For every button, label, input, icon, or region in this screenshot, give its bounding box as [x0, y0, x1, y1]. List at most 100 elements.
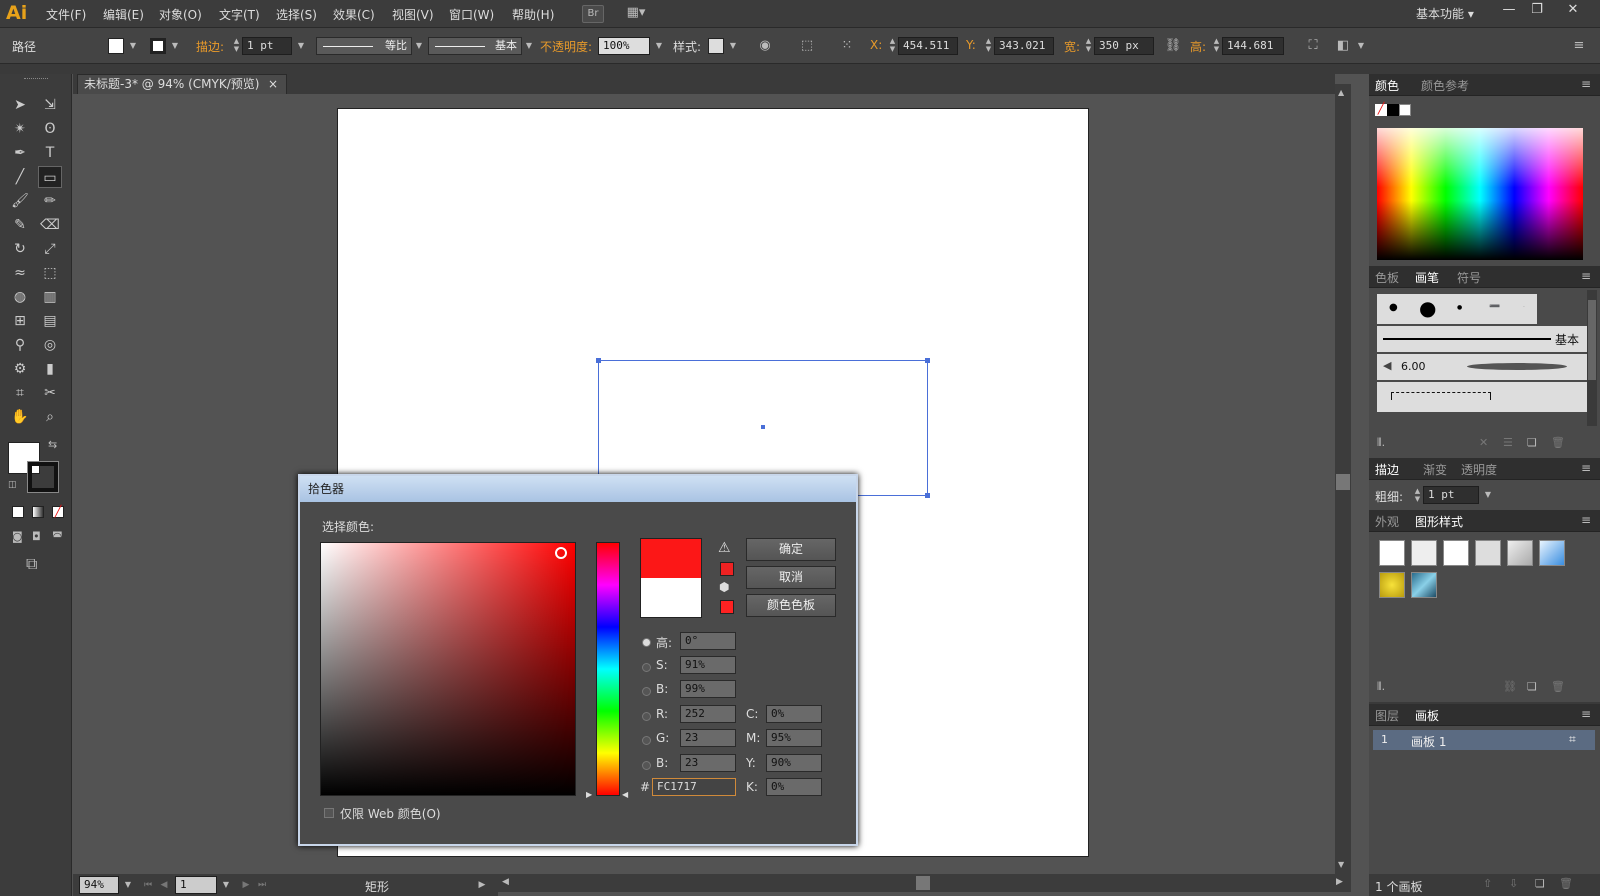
green-field[interactable]: 23 [680, 729, 736, 747]
style-no-stroke-swatch[interactable] [1411, 540, 1437, 566]
menu-window[interactable]: 窗口(W) [449, 6, 494, 23]
graphic-style-libraries-icon[interactable]: ⫴. [1377, 680, 1385, 694]
web-only-checkbox[interactable] [324, 808, 334, 818]
stroke-dropdown-icon[interactable]: ▼ [166, 37, 184, 55]
color-swatches-button[interactable]: 颜色色板 [746, 594, 836, 617]
artboard-options-icon[interactable]: ⌗ [1569, 732, 1576, 747]
height-spinner-icon[interactable]: ▲ ▼ [1212, 37, 1221, 55]
brush-definition[interactable]: 基本 [428, 37, 522, 55]
tab-swatches[interactable]: 色板 [1375, 269, 1399, 286]
yellow-field[interactable]: 90% [766, 754, 822, 772]
hue-slider[interactable] [596, 542, 620, 796]
delete-artboard-icon[interactable]: 🗑 [1559, 877, 1573, 890]
slice-tool-icon[interactable]: ✂ [38, 382, 62, 404]
profile-dropdown-icon[interactable]: ▼ [410, 37, 428, 55]
hue-field[interactable]: 0° [680, 632, 736, 650]
horizontal-scroll-thumb[interactable] [916, 876, 930, 890]
zoom-dropdown-icon[interactable]: ▼ [119, 876, 137, 894]
tab-symbols[interactable]: 符号 [1457, 269, 1481, 286]
menu-object[interactable]: 对象(O) [159, 6, 202, 23]
black-field[interactable]: 0% [766, 778, 822, 796]
color-cursor-icon[interactable] [555, 547, 567, 559]
width-spinner-icon[interactable]: ▲ ▼ [1084, 37, 1093, 55]
draw-behind-icon[interactable]: ◘ [32, 530, 41, 543]
none-mode-icon[interactable]: ╱ [52, 506, 64, 518]
y-spinner-icon[interactable]: ▲ ▼ [984, 37, 993, 55]
gamut-color-swatch[interactable] [720, 562, 734, 576]
draw-normal-icon[interactable]: ◙ [12, 530, 23, 543]
tab-gradient[interactable]: 渐变 [1423, 461, 1447, 478]
artboard-list-row[interactable]: 1 画板 1 ⌗ [1373, 730, 1595, 750]
new-graphic-style-icon[interactable]: ❏ [1527, 680, 1537, 693]
height-field[interactable]: 144.681 [1222, 37, 1284, 55]
opacity-dropdown-icon[interactable]: ▼ [650, 37, 668, 55]
x-spinner-icon[interactable]: ▲ ▼ [888, 37, 897, 55]
draw-inside-icon[interactable]: ◚ [52, 530, 63, 543]
toolbox-grip[interactable] [24, 78, 48, 80]
move-down-icon[interactable]: ⇩ [1509, 877, 1518, 890]
close-window-icon[interactable]: ✕ [1562, 2, 1584, 22]
tab-stroke[interactable]: 描边 [1375, 461, 1399, 478]
out-of-gamut-warning-icon[interactable]: ⚠ [718, 540, 731, 556]
stroke-color-box[interactable] [27, 461, 59, 493]
stroke-weight-spinner-icon[interactable]: ▲ ▼ [232, 37, 241, 55]
delete-brush-icon[interactable]: 🗑 [1551, 436, 1565, 449]
color-white-swatch[interactable] [1399, 104, 1411, 116]
brush-dot-large-icon[interactable]: ● [1419, 296, 1436, 320]
tab-transparency[interactable]: 透明度 [1461, 461, 1497, 478]
vertical-scrollbar[interactable]: ▲ ▼ [1335, 84, 1351, 874]
minimize-icon[interactable]: — [1498, 2, 1520, 22]
brushes-panel-menu-icon[interactable]: ≡ [1581, 269, 1591, 283]
brush-dash-icon[interactable]: ➖ [1489, 302, 1500, 312]
brushes-scroll-thumb[interactable] [1588, 300, 1596, 380]
brush-dropdown-icon[interactable]: ▼ [520, 37, 538, 55]
stroke-panel-menu-icon[interactable]: ≡ [1581, 461, 1591, 475]
dialog-title[interactable]: 拾色器 [300, 476, 856, 502]
reference-point-icon[interactable]: ⁙ [838, 37, 856, 55]
blue-field[interactable]: 23 [680, 754, 736, 772]
graph-tool-icon[interactable]: ▮ [38, 358, 62, 380]
red-field[interactable]: 252 [680, 705, 736, 723]
handle-bottom-right[interactable] [925, 493, 930, 498]
previous-artboard-icon[interactable]: ◀ [155, 876, 173, 894]
type-tool-icon[interactable]: T [38, 142, 62, 164]
web-safe-color-swatch[interactable] [720, 600, 734, 614]
brush-libraries-icon[interactable]: ⫴. [1377, 436, 1385, 450]
warp-tool-icon[interactable]: ≈ [8, 262, 32, 284]
graphic-style-swatch[interactable] [708, 38, 724, 54]
brush-row-art[interactable]: ◀ 6.00 [1377, 354, 1587, 380]
tab-brushes[interactable]: 画笔 [1415, 269, 1439, 286]
brush-options-icon[interactable]: ☰ [1503, 436, 1513, 449]
bridge-button[interactable]: Br [582, 5, 604, 23]
arrange-documents-button[interactable]: ▦▾ [620, 5, 652, 23]
status-menu-icon[interactable]: ▶ [473, 876, 491, 894]
scroll-left-icon[interactable]: ◀ [502, 877, 509, 887]
x-field[interactable]: 454.511 [898, 37, 958, 55]
hue-slider-left-arrow-icon[interactable]: ▶ [586, 790, 592, 799]
style-white-swatch[interactable] [1443, 540, 1469, 566]
brushes-scrollbar[interactable] [1587, 290, 1597, 426]
color-black-swatch[interactable] [1387, 104, 1399, 116]
panel-menu-icon[interactable]: ≡ [1570, 37, 1588, 55]
brush-row-calligraphic[interactable]: ● ● ● ➖ · [1377, 294, 1537, 324]
gradient-mode-icon[interactable] [32, 506, 44, 518]
default-colors-icon[interactable]: ◫ [8, 480, 17, 490]
scroll-down-icon[interactable]: ▼ [1338, 860, 1344, 869]
artboard-number-field[interactable]: 1 [175, 876, 217, 894]
artboard-dropdown-icon[interactable]: ▼ [217, 876, 235, 894]
fill-dropdown-icon[interactable]: ▼ [124, 37, 142, 55]
hex-field[interactable]: FC1717 [652, 778, 736, 796]
menu-select[interactable]: 选择(S) [276, 6, 317, 23]
last-artboard-icon[interactable]: ⏭ [253, 876, 271, 894]
pencil-tool-icon[interactable]: ✏ [38, 190, 62, 212]
selection-tool-icon[interactable]: ➤ [8, 94, 32, 116]
menu-help[interactable]: 帮助(H) [512, 6, 554, 23]
perspective-grid-tool-icon[interactable]: ▥ [38, 286, 62, 308]
gradient-tool-icon[interactable]: ▤ [38, 310, 62, 332]
horizontal-scrollbar[interactable]: ◀ ▶ [498, 874, 1351, 892]
radio-saturation[interactable] [642, 663, 651, 672]
scale-tool-icon[interactable]: ⤢ [38, 238, 62, 260]
magenta-field[interactable]: 95% [766, 729, 822, 747]
symbol-sprayer-tool-icon[interactable]: ⚙ [8, 358, 32, 380]
color-none-icon[interactable]: ╱ [1375, 103, 1387, 116]
